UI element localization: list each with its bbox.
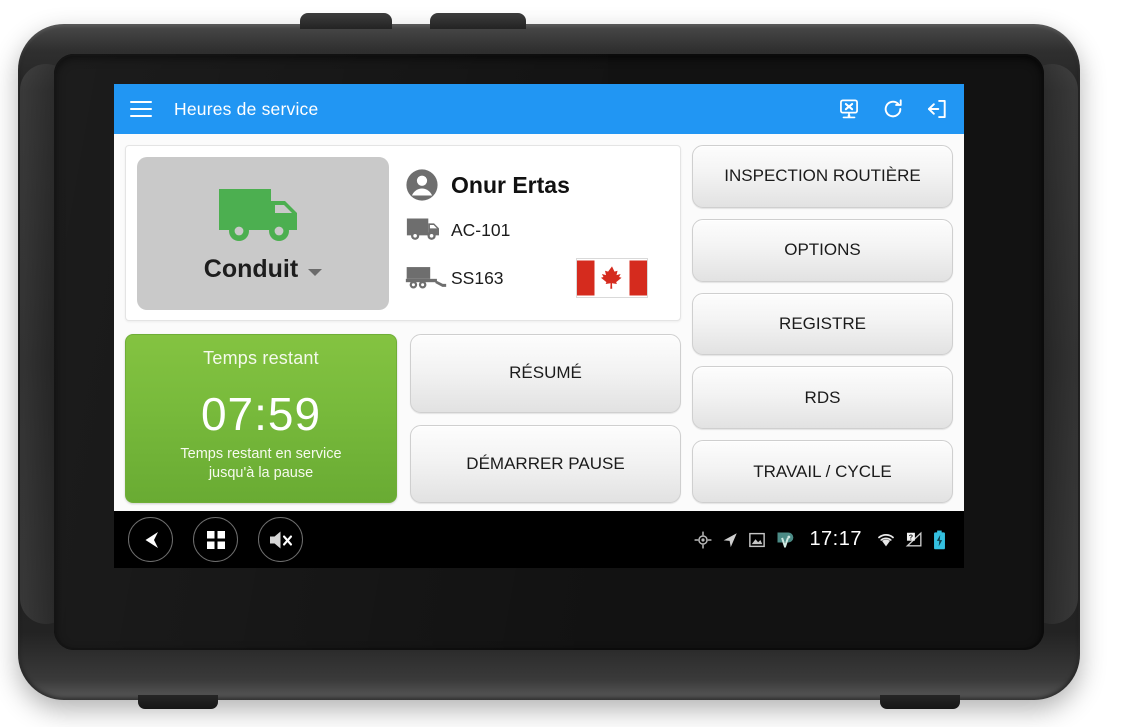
trailer-row: SS163 bbox=[405, 258, 666, 298]
duty-status-row: Conduit bbox=[203, 254, 323, 284]
volume-off-icon bbox=[269, 531, 292, 548]
chevron-down-icon bbox=[308, 268, 323, 276]
driver-info: Onur Ertas AC-101 SS163 bbox=[389, 168, 666, 298]
battery-charging-icon bbox=[934, 530, 945, 549]
apps-grid-icon bbox=[206, 530, 225, 549]
main-content: Conduit Onur Ertas AC-101 SS163 Temps re… bbox=[114, 134, 964, 511]
resume-button[interactable]: RÉSUMÉ bbox=[410, 334, 681, 413]
duty-status-tile[interactable]: Conduit bbox=[137, 156, 389, 310]
case-foot-left bbox=[138, 695, 218, 709]
case-foot-right bbox=[880, 695, 960, 709]
tablet-screen: Heures de service Conduit Onur Ertas AC-… bbox=[114, 84, 964, 568]
start-break-button[interactable]: DÉMARRER PAUSE bbox=[410, 424, 681, 503]
location-crosshair-icon bbox=[694, 530, 713, 549]
app-teal-icon bbox=[777, 532, 794, 548]
refresh-icon[interactable] bbox=[882, 98, 904, 120]
system-status-icons: 17:17 ? bbox=[694, 528, 950, 551]
status-clock: 17:17 bbox=[809, 528, 862, 550]
apps-button[interactable] bbox=[193, 517, 238, 562]
duty-status-label: Conduit bbox=[203, 254, 299, 283]
remaining-time-value: 07:59 bbox=[200, 388, 322, 440]
trailer-id: SS163 bbox=[451, 267, 504, 288]
case-top-tab-right bbox=[430, 13, 526, 29]
back-button[interactable] bbox=[128, 517, 173, 562]
remaining-time-subtitle-line2: jusqu'à la pause bbox=[208, 464, 314, 481]
app-bar-actions bbox=[838, 98, 948, 120]
screenshot-root: Heures de service Conduit Onur Ertas AC-… bbox=[0, 0, 1142, 727]
second-row: Temps restant 07:59 Temps restant en ser… bbox=[125, 334, 681, 503]
trailer-icon bbox=[405, 264, 451, 292]
account-circle-icon bbox=[405, 168, 451, 202]
vehicle-row: AC-101 bbox=[405, 216, 666, 244]
case-top-tab-left bbox=[300, 13, 392, 29]
right-button-column: INSPECTION ROUTIÈRE OPTIONS REGISTRE RDS… bbox=[692, 145, 953, 503]
remaining-time-subtitle-line1: Temps restant en service bbox=[180, 446, 342, 462]
wifi-icon bbox=[878, 533, 894, 547]
app-bar: Heures de service bbox=[114, 84, 964, 134]
signal-unknown-icon: ? bbox=[905, 531, 922, 547]
vehicle-id: AC-101 bbox=[451, 219, 511, 240]
image-icon bbox=[749, 532, 766, 547]
nav-keys bbox=[128, 517, 303, 562]
middle-buttons: RÉSUMÉ DÉMARRER PAUSE bbox=[410, 334, 681, 503]
logout-icon[interactable] bbox=[926, 98, 948, 120]
eld-disconnected-icon[interactable] bbox=[838, 98, 860, 120]
left-column: Conduit Onur Ertas AC-101 SS163 Temps re… bbox=[125, 145, 681, 503]
back-arrow-icon bbox=[145, 531, 158, 548]
truck-icon bbox=[405, 216, 451, 244]
navigation-arrow-icon bbox=[724, 532, 738, 547]
svg-text:?: ? bbox=[909, 533, 913, 541]
remaining-time-title: Temps restant bbox=[203, 348, 319, 368]
driver-card: Conduit Onur Ertas AC-101 SS163 bbox=[125, 145, 681, 321]
options-button[interactable]: OPTIONS bbox=[692, 218, 953, 282]
volume-mute-button[interactable] bbox=[258, 517, 303, 562]
green-truck-icon bbox=[219, 188, 297, 241]
page-title: Heures de service bbox=[174, 98, 319, 119]
roadside-inspection-button[interactable]: INSPECTION ROUTIÈRE bbox=[692, 145, 953, 208]
driver-name: Onur Ertas bbox=[451, 171, 570, 198]
rds-button[interactable]: RDS bbox=[692, 366, 953, 430]
logbook-button[interactable]: REGISTRE bbox=[692, 292, 953, 356]
work-cycle-button[interactable]: TRAVAIL / CYCLE bbox=[692, 440, 953, 503]
driver-name-row: Onur Ertas bbox=[405, 168, 666, 202]
android-navigation-bar: 17:17 ? bbox=[114, 511, 964, 568]
canada-flag bbox=[576, 258, 648, 298]
hamburger-menu-icon[interactable] bbox=[130, 101, 152, 117]
remaining-time-card[interactable]: Temps restant 07:59 Temps restant en ser… bbox=[125, 334, 397, 503]
